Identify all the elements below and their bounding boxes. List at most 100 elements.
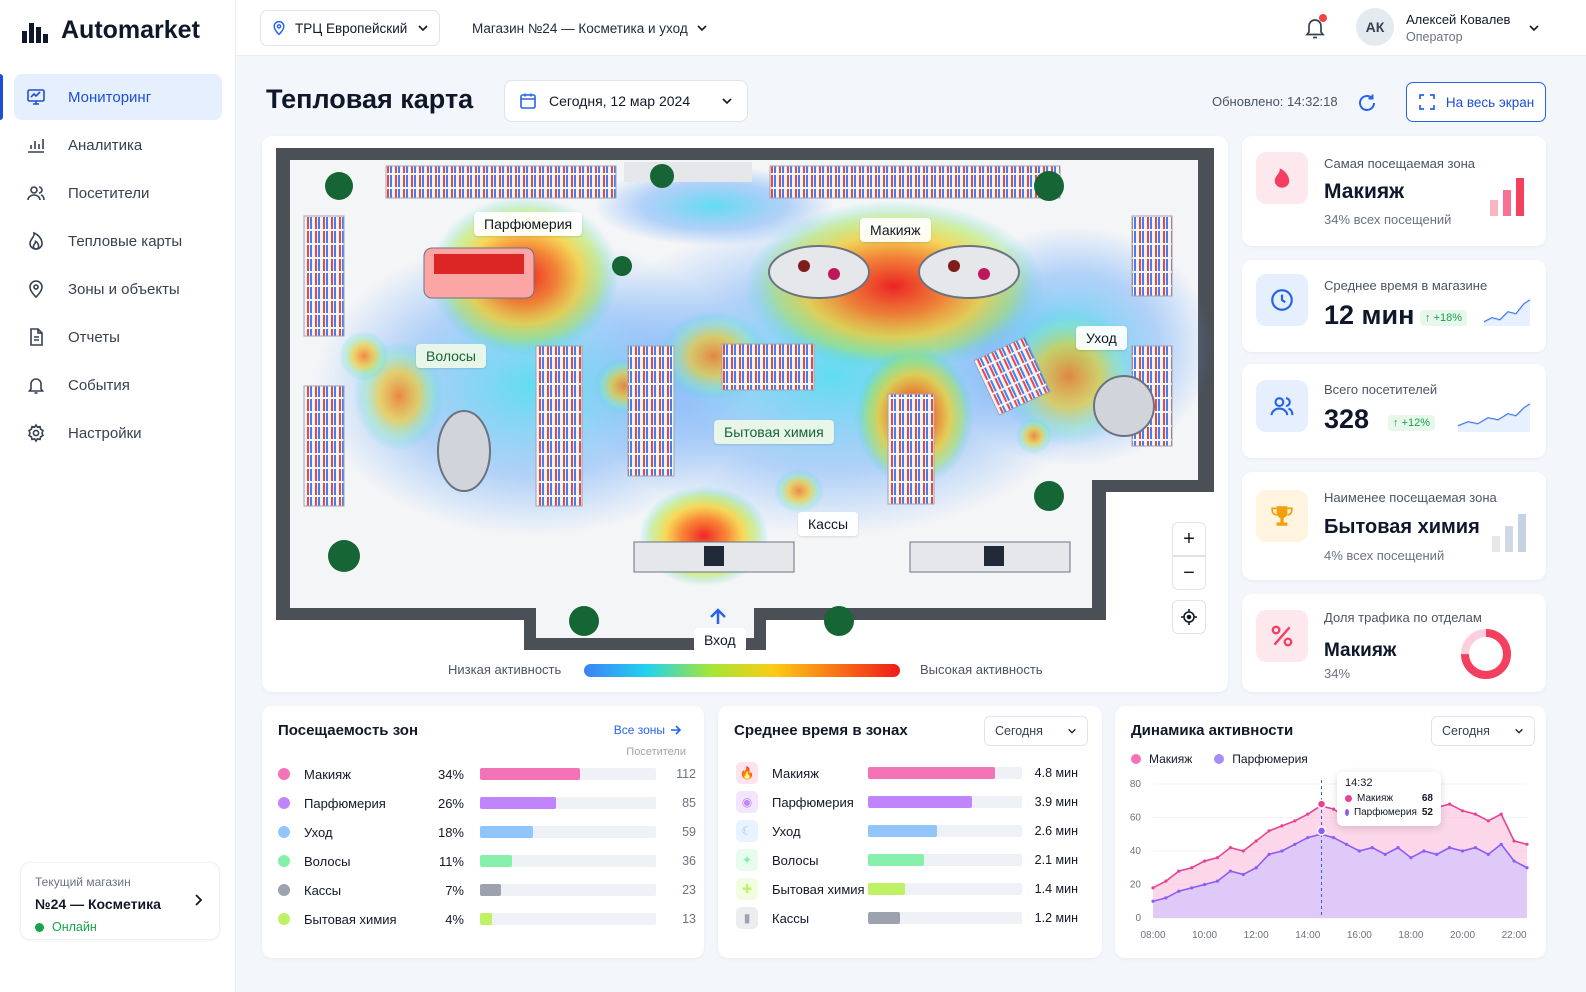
current-store-card[interactable]: Текущий магазин №24 — Косметика Онлайн bbox=[20, 862, 220, 940]
chart-legend: Макияж Парфюмерия bbox=[1131, 752, 1308, 766]
zone-bar-track bbox=[480, 768, 656, 780]
avatar[interactable]: АК bbox=[1356, 8, 1394, 46]
zone-row[interactable]: Волосы 11% 36 bbox=[278, 851, 696, 871]
chevron-down-icon bbox=[1068, 728, 1076, 734]
zone-percent: 26% bbox=[437, 795, 464, 811]
kpi-card-least-zone[interactable]: Наименее посещаемая зона Бытовая химия 4… bbox=[1242, 472, 1546, 580]
x-tick-label: 18:00 bbox=[1398, 930, 1423, 941]
data-point bbox=[1525, 842, 1529, 846]
time-row[interactable]: ✚ Бытовая химия 1.4 мин bbox=[736, 878, 1078, 900]
refresh-button[interactable] bbox=[1350, 86, 1384, 120]
data-point bbox=[1486, 819, 1490, 823]
data-point bbox=[1383, 852, 1387, 856]
data-point bbox=[1306, 836, 1310, 840]
map-pin-icon bbox=[273, 20, 285, 36]
data-point bbox=[1164, 896, 1168, 900]
zone-label-entrance[interactable]: Вход bbox=[694, 628, 746, 652]
nav-label: Тепловые карты bbox=[68, 232, 183, 250]
data-point bbox=[1473, 846, 1478, 850]
period-select[interactable]: Сегодня bbox=[1431, 716, 1535, 746]
zone-time: 3.9 мин bbox=[1034, 795, 1078, 809]
kpi-sub: 4% всех посещений bbox=[1324, 548, 1445, 563]
spray-icon: ✚ bbox=[736, 878, 758, 900]
time-row[interactable]: ✦ Волосы 2.1 мин bbox=[736, 849, 1078, 871]
flame-icon: 🔥 bbox=[736, 762, 758, 784]
zone-label-perfume[interactable]: Парфюмерия bbox=[474, 212, 583, 236]
time-row[interactable]: ▮ Кассы 1.2 мин bbox=[736, 907, 1078, 929]
nav-item-heatmaps[interactable]: Тепловые карты bbox=[14, 218, 222, 264]
app-logo[interactable]: Automarket bbox=[22, 16, 200, 45]
main-nav: Мониторинг Аналитика Посетители Тепловые… bbox=[0, 74, 236, 458]
kpi-card-top-zone[interactable]: Самая посещаемая зона Макияж 34% всех по… bbox=[1242, 136, 1546, 246]
nav-item-visitors[interactable]: Посетители bbox=[14, 170, 222, 216]
zone-bar-track bbox=[480, 913, 656, 925]
zone-count: 59 bbox=[682, 825, 696, 839]
chevron-down-icon bbox=[697, 25, 707, 32]
time-row[interactable]: ◉ Парфюмерия 3.9 мин bbox=[736, 791, 1078, 813]
zone-row[interactable]: Уход 18% 59 bbox=[278, 822, 696, 842]
nav-item-zones[interactable]: Зоны и объекты bbox=[14, 266, 222, 312]
kpi-card-traffic-share[interactable]: Доля трафика по отделам Макияж 34% bbox=[1242, 594, 1546, 692]
zone-name: Уход bbox=[304, 824, 333, 840]
chevron-right-icon bbox=[195, 894, 203, 906]
all-zones-link[interactable]: Все зоны bbox=[614, 723, 682, 737]
legend-item-perfume[interactable]: Парфюмерия bbox=[1214, 752, 1308, 766]
zone-color-dot bbox=[278, 768, 290, 780]
chart-tooltip: 14:32 Макияж 68 Парфюмерия 52 bbox=[1337, 772, 1441, 826]
chevron-down-icon[interactable] bbox=[1528, 22, 1540, 34]
activity-line-chart[interactable]: 0 20 40 60 80 08:00 10:00 12:00 14:00 16:00 18:00 2… bbox=[1115, 770, 1546, 960]
fullscreen-button[interactable]: На весь экран bbox=[1406, 82, 1546, 122]
kpi-change-badge: ↑ +12% bbox=[1388, 415, 1436, 431]
time-bar-track bbox=[868, 883, 1022, 895]
nav-item-monitoring[interactable]: Мониторинг bbox=[0, 74, 222, 120]
data-point bbox=[1357, 849, 1361, 853]
card-title: Среднее время в зонах bbox=[734, 722, 908, 739]
zone-attendance-card: Посещаемость зон Все зоны Посетители Мак… bbox=[262, 706, 704, 958]
zoom-out-button[interactable]: − bbox=[1172, 556, 1206, 590]
kpi-card-visitors[interactable]: Всего посетителей 328 ↑ +12% bbox=[1242, 364, 1546, 458]
zone-label-checkout[interactable]: Кассы bbox=[798, 512, 859, 536]
nav-item-events[interactable]: События bbox=[14, 362, 222, 408]
marker-point bbox=[1316, 799, 1327, 809]
data-point bbox=[1422, 849, 1426, 853]
data-point bbox=[1409, 856, 1413, 860]
kpi-label: Самая посещаемая зона bbox=[1324, 156, 1476, 171]
location-select[interactable]: ТРЦ Европейский bbox=[260, 10, 440, 46]
nav-item-analytics[interactable]: Аналитика bbox=[14, 122, 222, 168]
sidebar: Automarket Мониторинг Аналитика Посетите… bbox=[0, 0, 236, 992]
data-point bbox=[1460, 849, 1465, 853]
heat-legend-bar bbox=[584, 664, 900, 677]
date-select[interactable]: Сегодня, 12 мар 2024 bbox=[504, 80, 748, 122]
kpi-change: +18% bbox=[1433, 312, 1463, 324]
nav-item-reports[interactable]: Отчеты bbox=[14, 314, 222, 360]
data-point bbox=[1435, 852, 1439, 856]
zoom-in-button[interactable]: + bbox=[1172, 522, 1206, 556]
time-row[interactable]: ☾ Уход 2.6 мин bbox=[736, 820, 1078, 842]
hair-icon: ✦ bbox=[736, 849, 758, 871]
zone-row[interactable]: Парфюмерия 26% 85 bbox=[278, 793, 696, 813]
data-point bbox=[1267, 829, 1271, 833]
date-value: Сегодня, 12 мар 2024 bbox=[549, 93, 691, 109]
kpi-card-avg-time[interactable]: Среднее время в магазине 12 мин ↑ +18% bbox=[1242, 260, 1546, 352]
time-bar-track bbox=[868, 912, 1022, 924]
zone-label-care[interactable]: Уход bbox=[1076, 326, 1127, 350]
nav-label: События bbox=[68, 376, 130, 394]
data-point bbox=[1254, 866, 1258, 870]
zone-label-makeup[interactable]: Макияж bbox=[860, 218, 931, 242]
zone-label-hair[interactable]: Волосы bbox=[416, 344, 486, 368]
recenter-button[interactable] bbox=[1172, 600, 1206, 634]
legend-item-makeup[interactable]: Макияж bbox=[1131, 752, 1192, 766]
zone-bar-fill bbox=[480, 913, 492, 925]
zone-label-household[interactable]: Бытовая химия bbox=[714, 420, 834, 444]
zone-row[interactable]: Макияж 34% 112 bbox=[278, 764, 696, 784]
zone-row[interactable]: Кассы 7% 23 bbox=[278, 880, 696, 900]
zone-row[interactable]: Бытовая химия 4% 13 bbox=[278, 909, 696, 929]
store-status: Онлайн bbox=[35, 920, 205, 934]
store-heatmap[interactable] bbox=[274, 146, 1216, 654]
nav-item-settings[interactable]: Настройки bbox=[14, 410, 222, 456]
kpi-change: +12% bbox=[1401, 417, 1431, 429]
time-row[interactable]: 🔥 Макияж 4.8 мин bbox=[736, 762, 1078, 784]
store-caption: Текущий магазин bbox=[35, 875, 131, 889]
shop-select[interactable]: Магазин №24 — Косметика и уход bbox=[472, 10, 708, 46]
period-select[interactable]: Сегодня bbox=[984, 716, 1088, 746]
